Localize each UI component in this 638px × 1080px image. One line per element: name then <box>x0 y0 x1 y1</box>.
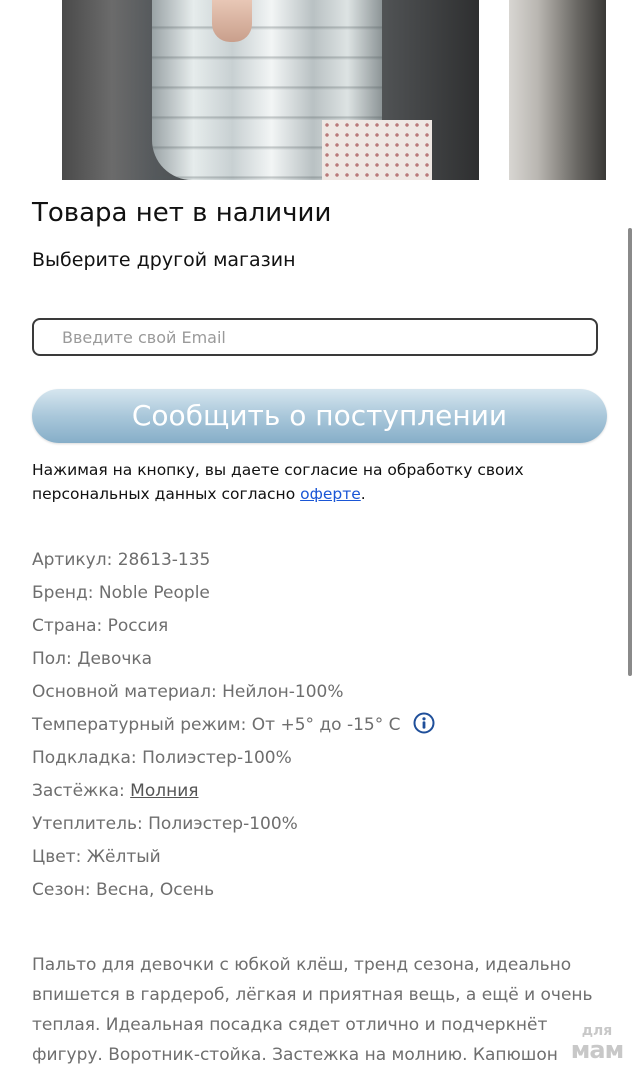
availability-title: Товара нет в наличии <box>32 198 332 228</box>
consent-text: Нажимая на кнопку, вы даете согласие на … <box>32 458 592 506</box>
spec-label: Подкладка: <box>32 748 137 768</box>
fastener-link[interactable]: Молния <box>130 781 198 801</box>
watermark-bottom: мам <box>570 1036 624 1064</box>
spec-value: 28613-135 <box>117 550 211 570</box>
spec-label: Страна: <box>32 616 103 636</box>
spec-label: Застёжка: <box>32 781 125 801</box>
spec-label: Температурный режим: <box>32 715 247 735</box>
spec-row-brand: Бренд: Noble People <box>32 577 592 610</box>
spec-row-material: Основной материал: Нейлон-100% <box>32 676 592 709</box>
spec-row-season: Сезон: Весна, Осень <box>32 874 592 907</box>
spec-row-temperature: Температурный режим: От +5° до -15° С <box>32 709 592 742</box>
page-scrollbar[interactable] <box>628 228 632 676</box>
spec-row-color: Цвет: Жёлтый <box>32 841 592 874</box>
spec-row-lining: Подкладка: Полиэстер-100% <box>32 742 592 775</box>
skirt-illustration <box>322 120 432 180</box>
spec-label: Основной материал: <box>32 682 217 702</box>
spec-label: Бренд: <box>32 583 94 603</box>
spec-label: Цвет: <box>32 847 82 867</box>
spec-label: Артикул: <box>32 550 113 570</box>
spec-value: Полиэстер-100% <box>142 748 292 768</box>
availability-subtitle: Выберите другой магазин <box>32 249 296 271</box>
product-photo-next[interactable] <box>509 0 606 180</box>
spec-value: Девочка <box>77 649 153 669</box>
spec-row-country: Страна: Россия <box>32 610 592 643</box>
consent-text-body: Нажимая на кнопку, вы даете согласие на … <box>32 461 524 503</box>
spec-value: От +5° до -15° С <box>251 715 401 735</box>
spec-value: Полиэстер-100% <box>148 814 298 834</box>
info-icon[interactable] <box>413 712 435 734</box>
product-description: Пальто для девочки с юбкой клёш, тренд с… <box>32 955 593 1080</box>
spec-row-fastener: Застёжка: Молния <box>32 775 592 808</box>
watermark-logo: для мам <box>562 1024 632 1074</box>
spec-label: Сезон: <box>32 880 91 900</box>
spec-row-gender: Пол: Девочка <box>32 643 592 676</box>
spec-value: Noble People <box>98 583 210 603</box>
spec-label: Пол: <box>32 649 72 669</box>
email-input[interactable] <box>32 318 598 356</box>
spec-label: Утеплитель: <box>32 814 143 834</box>
notify-button[interactable]: Сообщить о поступлении <box>32 389 607 443</box>
offer-link[interactable]: оферте <box>300 485 361 503</box>
spec-value: Россия <box>107 616 169 636</box>
product-photo-main[interactable] <box>62 0 479 180</box>
product-specs: Артикул: 28613-135 Бренд: Noble People С… <box>32 544 592 907</box>
spec-row-article: Артикул: 28613-135 <box>32 544 592 577</box>
spec-value: Нейлон-100% <box>222 682 344 702</box>
spec-value: Жёлтый <box>86 847 161 867</box>
product-gallery[interactable] <box>0 0 638 181</box>
hand-illustration <box>212 0 252 42</box>
product-page: Товара нет в наличии Выберите другой маг… <box>0 0 638 1080</box>
consent-text-end: . <box>360 485 366 503</box>
spec-value: Весна, Осень <box>96 880 215 900</box>
spec-row-insulation: Утеплитель: Полиэстер-100% <box>32 808 592 841</box>
